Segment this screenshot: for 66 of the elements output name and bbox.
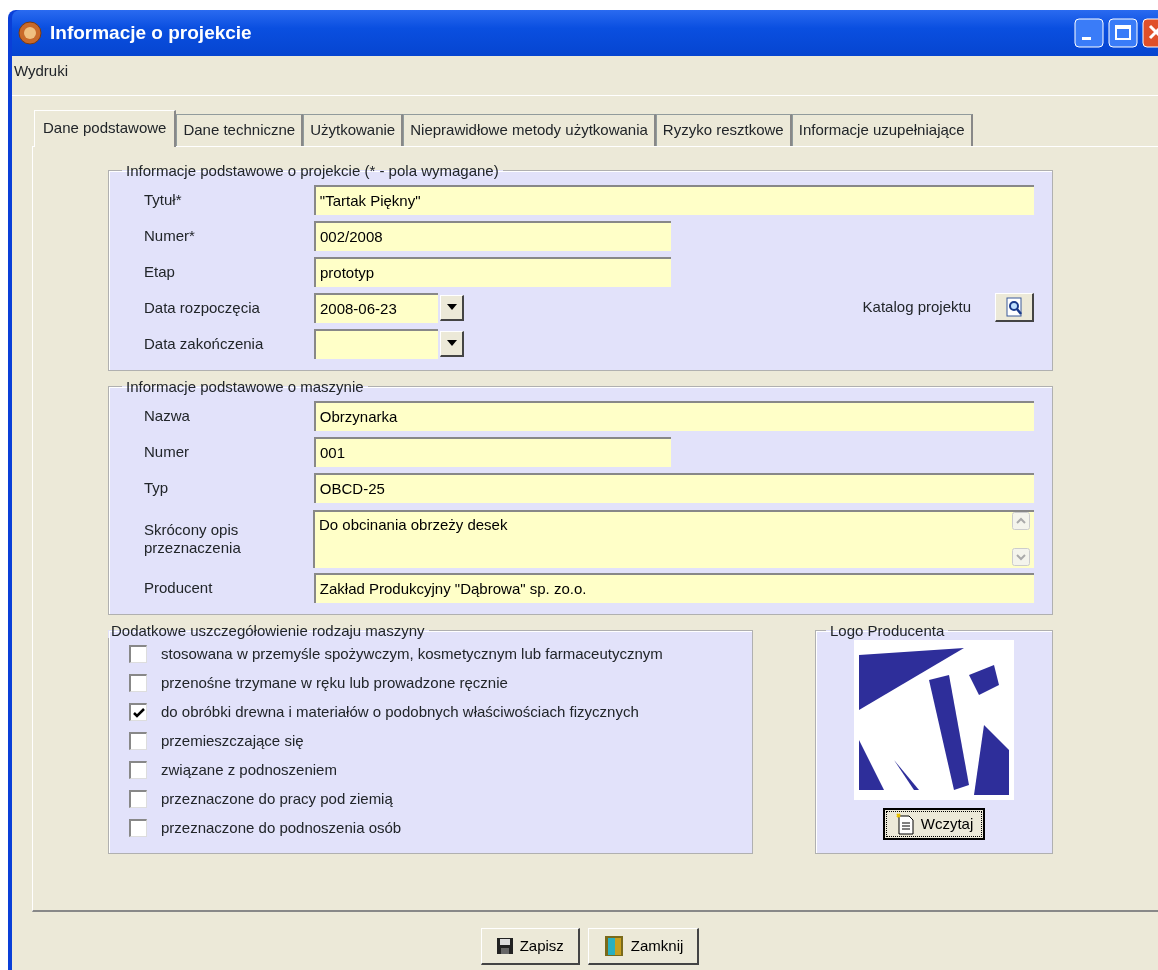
minimize-icon[interactable]: [1074, 18, 1104, 48]
window-title: Informacje o projekcie: [50, 20, 253, 45]
date-field[interactable]: [314, 328, 438, 359]
text-area[interactable]: Do obcinania obrzeży desek: [313, 509, 1034, 568]
action-button[interactable]: Zamknij: [587, 927, 700, 965]
tab[interactable]: Ryzyko resztkowe: [655, 114, 792, 146]
input-field[interactable]: prototyp: [314, 256, 671, 287]
checkbox[interactable]: [129, 819, 147, 837]
caret-icon: [446, 304, 457, 310]
checkbox-label: przenośne trzymane w ręku lub prowadzone ręcznie: [161, 672, 508, 693]
load-button[interactable]: Wczytaj: [882, 807, 986, 840]
checkbox[interactable]: [129, 732, 147, 750]
scroll-down-icon: [1012, 547, 1030, 566]
close-icon[interactable]: [1142, 18, 1158, 48]
input-field[interactable]: 002/2008: [314, 220, 671, 251]
date-field[interactable]: 2008-06-23: [314, 292, 438, 323]
checkbox-label: przeznaczone do podnoszenia osób: [161, 817, 402, 838]
scroll-up-icon: [1012, 511, 1030, 530]
checkbox-label: przeznaczone do pracy pod ziemią: [161, 788, 393, 809]
group-title: Logo Producenta: [829, 622, 946, 638]
tab[interactable]: Użytkowanie: [303, 114, 404, 146]
tab[interactable]: Dane techniczne: [176, 114, 304, 146]
door-icon: [602, 934, 625, 957]
tab[interactable]: Dane podstawowe: [34, 110, 177, 147]
maximize-icon[interactable]: [1108, 18, 1138, 48]
tab[interactable]: Nieprawidłowe metody użytkowania: [403, 114, 656, 146]
check-icon: [132, 707, 145, 718]
field-label: Numer: [144, 442, 190, 461]
checkbox-label: przemieszczające się: [161, 730, 304, 751]
dropdown-button[interactable]: [440, 330, 464, 357]
field-label: Skrócony opis przeznaczenia: [144, 520, 242, 557]
field-label: Data rozpoczęcia: [144, 298, 261, 317]
tab[interactable]: Informacje uzupełniające: [791, 114, 973, 146]
input-field[interactable]: OBCD-25: [313, 472, 1034, 503]
field-label: Tytuł*: [144, 190, 183, 209]
field-label: Producent: [144, 578, 214, 597]
checkbox[interactable]: [129, 645, 147, 663]
menu-item[interactable]: Wydruki: [14, 60, 69, 91]
checkbox-label: stosowana w przemyśle spożywczym, kosmetycznym lub farmaceutycznym: [161, 643, 663, 664]
app-icon: [18, 21, 42, 45]
field-label: Typ: [144, 478, 170, 497]
dropdown-button[interactable]: [440, 294, 464, 321]
catalog-label: Katalog projektu: [862, 297, 971, 318]
document-icon: [894, 812, 915, 835]
floppy-icon: [495, 936, 514, 955]
field-label: Data zakończenia: [144, 334, 265, 353]
checkbox[interactable]: [129, 761, 147, 779]
input-field[interactable]: Zakład Produkcyjny "Dąbrowa" sp. zo.o.: [313, 572, 1034, 603]
magnifier-icon: [1004, 297, 1024, 317]
input-field[interactable]: Obrzynarka: [313, 400, 1034, 431]
checkbox-label: do obróbki drewna i materiałów o podobnych właściwościach fizycznych: [161, 701, 639, 722]
caret-icon: [446, 340, 457, 346]
field-label: Numer*: [144, 226, 196, 245]
checkbox[interactable]: [129, 674, 147, 692]
group-title: Informacje podstawowe o projekcie (* - pola wymagane): [125, 162, 500, 178]
input-field[interactable]: 001: [314, 436, 671, 467]
catalog-button[interactable]: [995, 293, 1034, 322]
group-title: Dodatkowe uszczegółowienie rodzaju maszyny: [110, 622, 426, 638]
checkbox-label: związane z podnoszeniem: [161, 759, 337, 780]
input-field[interactable]: "Tartak Piękny": [313, 184, 1034, 215]
field-label: Nazwa: [144, 406, 191, 425]
action-button[interactable]: Zapisz: [480, 927, 580, 965]
group-title: Informacje podstawowe o maszynie: [125, 378, 365, 394]
checkbox[interactable]: [129, 790, 147, 808]
checkbox[interactable]: [129, 703, 147, 721]
field-label: Etap: [144, 262, 176, 281]
